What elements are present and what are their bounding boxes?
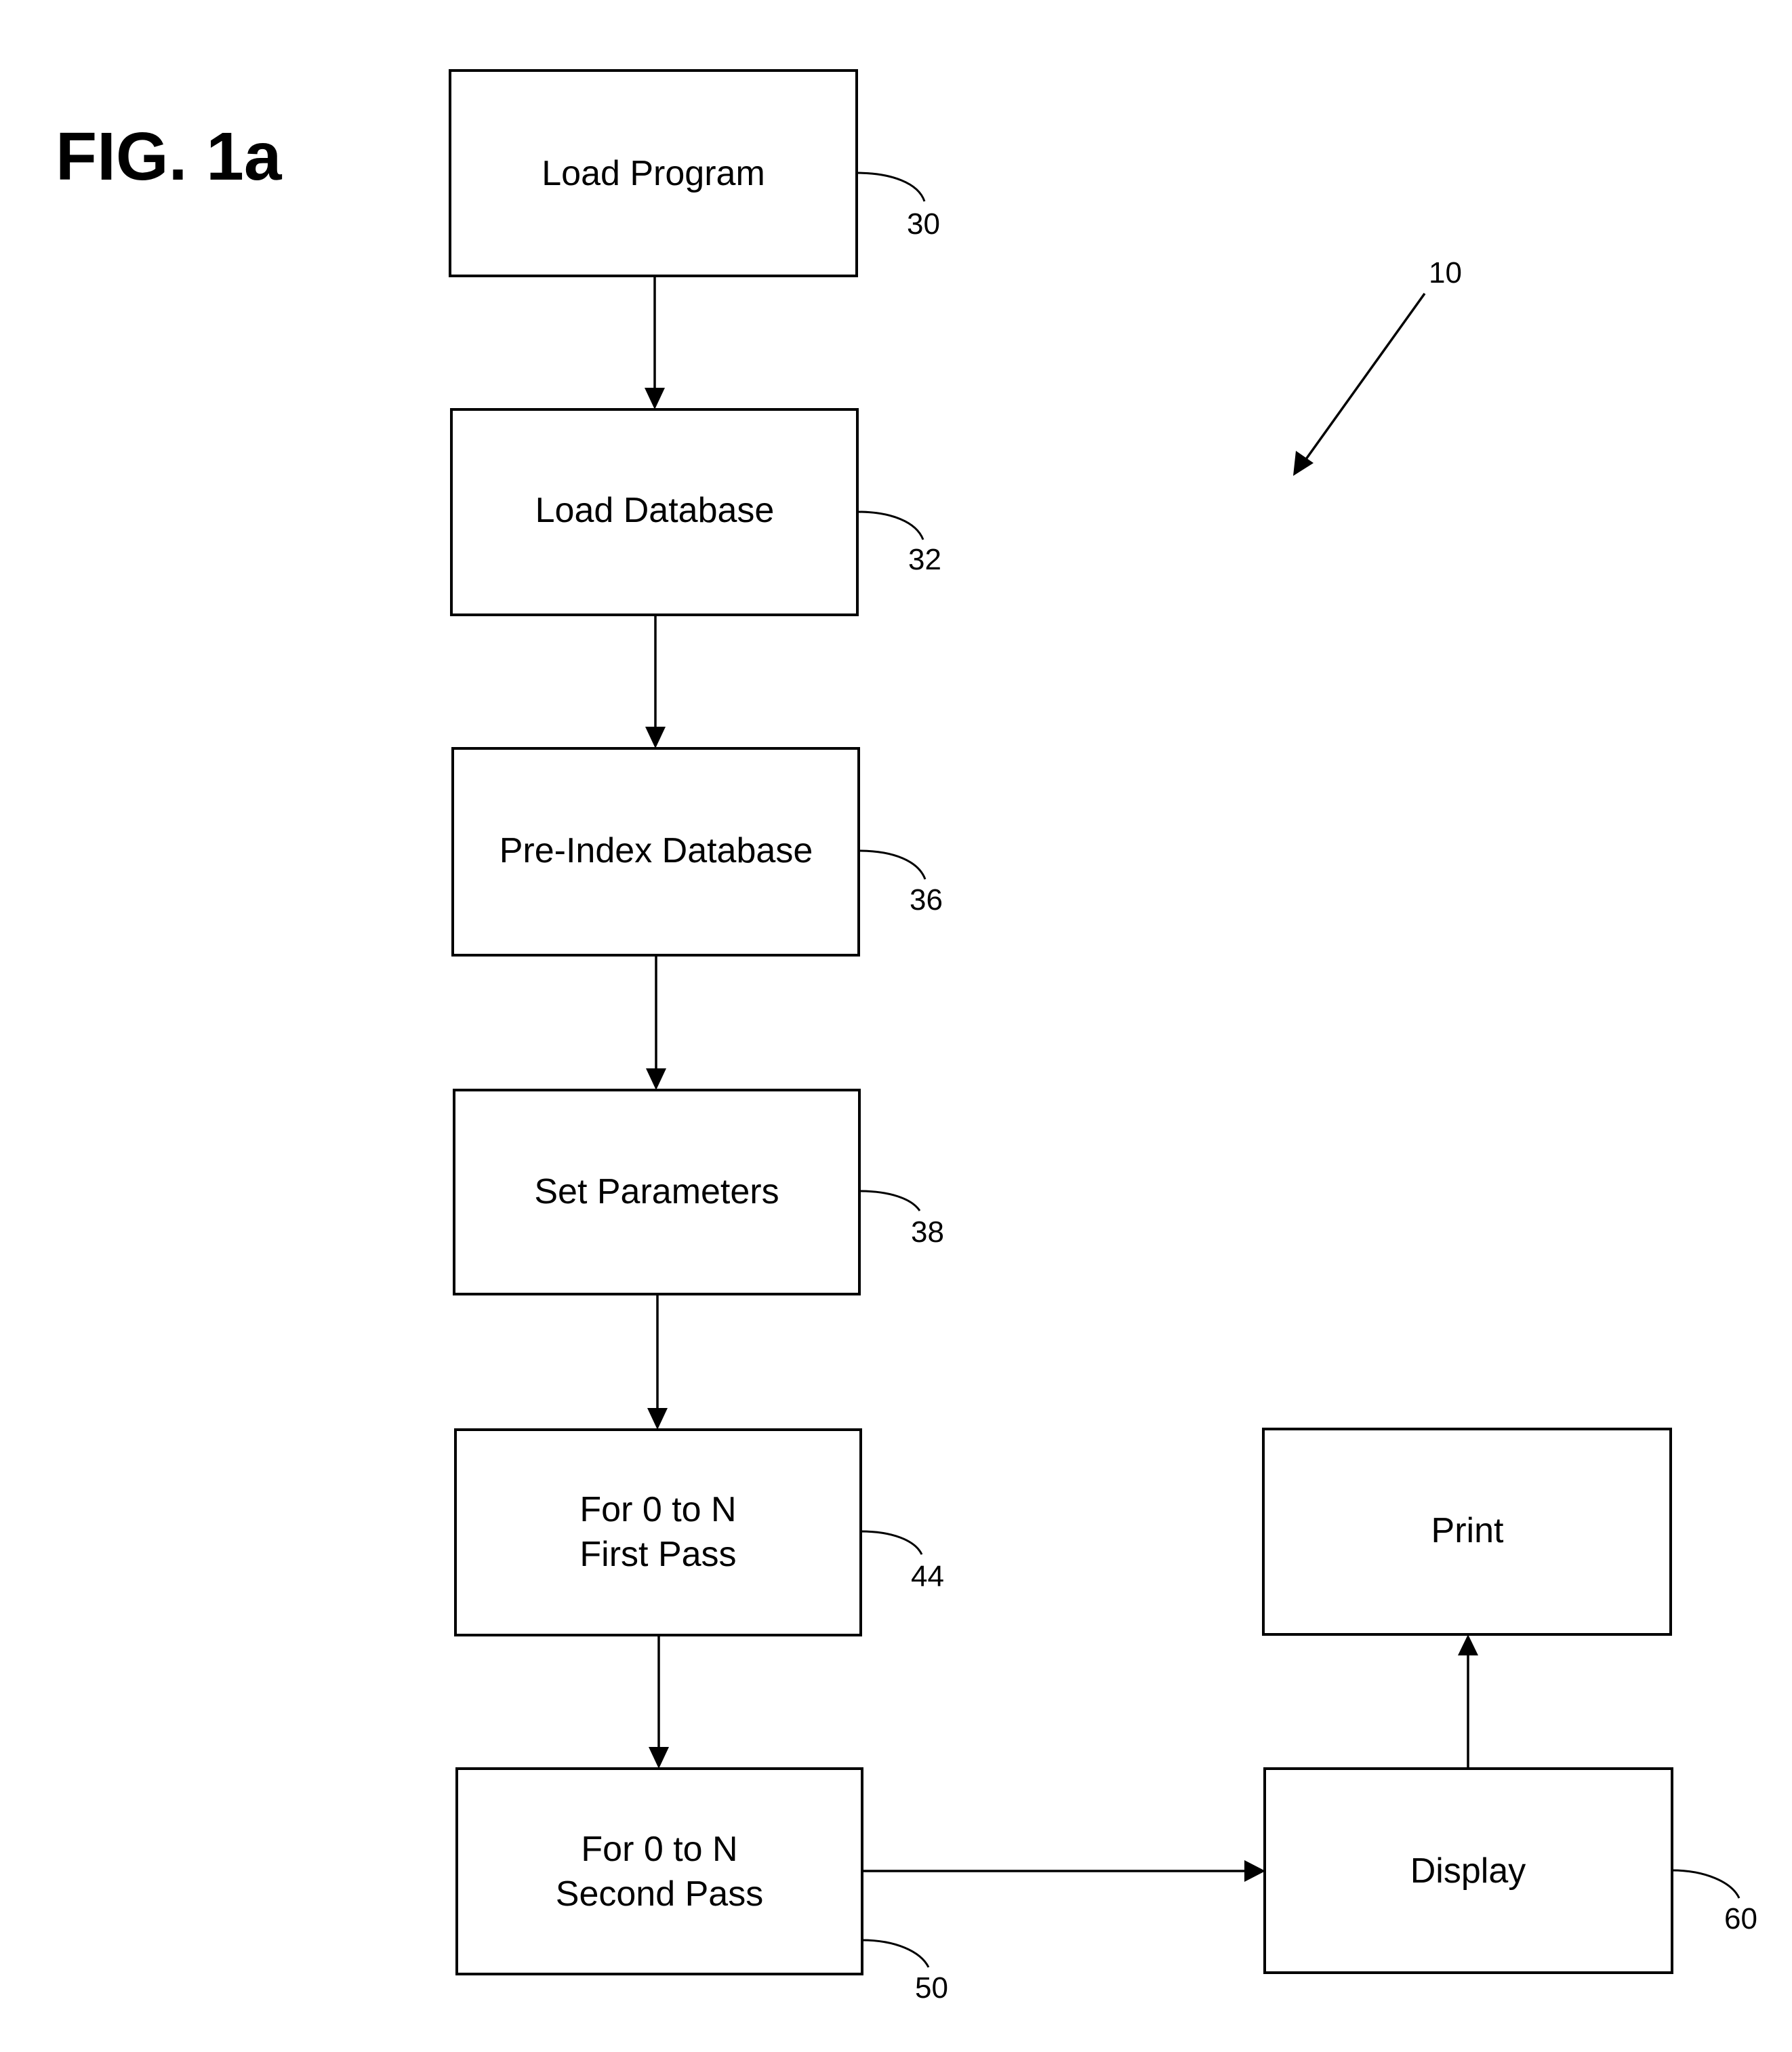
node-ref-number: 38	[911, 1215, 944, 1249]
leader-line	[856, 172, 926, 202]
leader-line	[858, 849, 926, 880]
node-label: Display	[1410, 1851, 1526, 1891]
node-label: Print	[1431, 1511, 1504, 1550]
flowchart-diagram: FIG. 1a 10 Load Program 30 Load Database	[56, 69, 1757, 2005]
figure-title: FIG. 1a	[56, 119, 283, 195]
node-display: Display 60	[1263, 1767, 1757, 1974]
node-print: Print	[1262, 1428, 1672, 1636]
leader-line	[861, 1939, 930, 1968]
arrowhead-down-icon	[646, 1068, 666, 1090]
arrowhead-down-icon	[647, 1408, 668, 1430]
node-label: Pre-Index Database	[500, 831, 813, 870]
arrowhead-down-icon	[645, 727, 666, 748]
arrowhead-down-icon	[645, 388, 665, 409]
node-label: Load Database	[535, 491, 775, 530]
node-label: Load Program	[542, 154, 765, 193]
arrowhead-up-icon	[1458, 1634, 1478, 1655]
node-ref-number: 32	[908, 543, 941, 576]
node-first-pass: For 0 to N First Pass 44	[454, 1428, 944, 1636]
node-label-line-1: For 0 to N	[579, 1490, 736, 1529]
figure-reference: 10	[1293, 256, 1462, 476]
arrowhead-right-icon	[1244, 1860, 1265, 1882]
node-second-pass: For 0 to N Second Pass 50	[455, 1767, 948, 2005]
node-box	[455, 1767, 863, 1975]
node-ref-number: 44	[911, 1560, 944, 1593]
node-load-program: Load Program 30	[449, 69, 940, 277]
leader-line	[860, 1530, 923, 1555]
node-ref-number: 60	[1724, 1902, 1757, 1935]
node-label-line-2: First Pass	[579, 1535, 736, 1574]
node-label-line-2: Second Pass	[556, 1874, 763, 1914]
leader-line	[859, 1190, 921, 1211]
node-ref-number: 50	[915, 1971, 948, 2005]
node-ref-number: 30	[907, 207, 940, 241]
arrowhead-down-icon	[649, 1747, 669, 1769]
figure-reference-arrow-line	[1303, 292, 1426, 462]
node-label-line-1: For 0 to N	[581, 1830, 737, 1869]
node-ref-number: 36	[910, 883, 943, 917]
figure-reference-label: 10	[1429, 256, 1462, 289]
node-load-database: Load Database 32	[450, 408, 941, 616]
leader-line	[1671, 1869, 1740, 1899]
node-set-parameters: Set Parameters 38	[453, 1089, 944, 1295]
node-label: Set Parameters	[534, 1172, 779, 1211]
node-box	[454, 1428, 862, 1636]
leader-line	[857, 510, 924, 540]
node-pre-index-database: Pre-Index Database 36	[451, 747, 943, 957]
